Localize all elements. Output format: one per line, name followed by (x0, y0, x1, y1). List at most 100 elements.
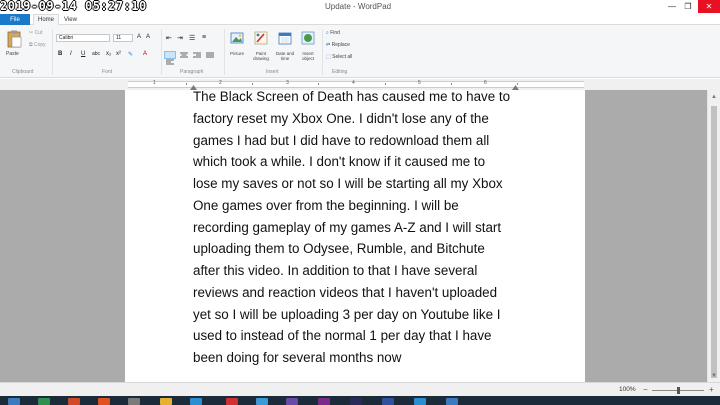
ribbon-tabs: File Home View (0, 14, 720, 25)
taskbar-app-icon[interactable] (128, 398, 140, 405)
taskbar-app-icon[interactable] (256, 398, 268, 405)
tab-home[interactable]: Home (33, 14, 60, 25)
group-divider (322, 29, 323, 75)
copy-label: Copy (33, 42, 46, 48)
align-right-icon[interactable] (192, 52, 202, 58)
align-left-icon (166, 59, 174, 65)
taskbar-app-icon[interactable] (350, 398, 362, 405)
strikethrough-button[interactable]: abc (92, 51, 100, 57)
document-area: The Black Screen of Death has caused me … (0, 90, 707, 382)
document-line: lose my saves or not so I will be starti… (193, 176, 503, 191)
highlight-icon[interactable]: ✎ (128, 51, 133, 58)
group-divider (161, 29, 162, 75)
paint-drawing-button[interactable]: Paint drawing (249, 51, 273, 61)
clipboard-group-label: Clipboard (12, 69, 34, 75)
document-text[interactable]: The Black Screen of Death has caused me … (193, 90, 523, 369)
date-time-button[interactable]: Date and time (273, 51, 297, 61)
line-spacing-icon[interactable]: ≡ (202, 34, 206, 41)
taskbar-app-icon[interactable] (286, 398, 298, 405)
tab-file[interactable]: File (0, 14, 30, 25)
wordpad-taskbar-icon[interactable] (414, 398, 426, 405)
calendar-icon[interactable] (278, 31, 292, 45)
taskbar-app-icon[interactable] (160, 398, 172, 405)
select-all-label: Select all (332, 54, 353, 60)
font-group-label: Font (102, 69, 113, 75)
replace-button[interactable]: ⇄ Replace (326, 42, 350, 48)
document-line: after this video. In addition to that I … (193, 263, 478, 278)
document-line: reviews and reaction videos that I haven… (193, 284, 498, 300)
ruler-tick (385, 83, 386, 85)
find-button[interactable]: ⌕ Find (326, 30, 340, 36)
replace-icon: ⇄ (326, 42, 331, 48)
shrink-font-icon[interactable]: A (146, 34, 150, 40)
tab-view[interactable]: View (64, 14, 77, 25)
underline-button[interactable]: U (81, 51, 85, 57)
document-line: games I had but I did have to redownload… (193, 132, 490, 148)
document-line: One games over from the beginning. I wil… (193, 197, 459, 213)
copy-button[interactable]: ⧉ Copy (29, 42, 46, 48)
taskbar-app-icon[interactable] (382, 398, 394, 405)
picture-button[interactable]: Picture (226, 51, 248, 56)
window-title: Update - WordPad (325, 2, 392, 11)
bold-button[interactable]: B (58, 51, 62, 57)
document-line: The Black Screen of Death has caused me … (193, 90, 511, 104)
ruler-tick (318, 83, 319, 85)
cut-label: Cut (34, 30, 43, 36)
taskbar-app-icon[interactable] (98, 398, 110, 405)
group-divider (224, 29, 225, 75)
grow-font-icon[interactable]: A (137, 34, 141, 40)
document-line: recording gameplay of my games A-Z and I… (193, 219, 502, 235)
maximize-button[interactable]: ❐ (680, 0, 696, 13)
increase-indent-icon[interactable]: ⇥ (177, 34, 183, 42)
scrollbar-thumb[interactable] (711, 106, 717, 378)
paint-label-line2: drawing (253, 56, 269, 61)
zoom-slider-thumb[interactable] (677, 387, 680, 394)
replace-label: Replace (331, 42, 350, 48)
ruler-tick (451, 83, 452, 85)
paste-icon[interactable] (6, 30, 22, 48)
document-page[interactable]: The Black Screen of Death has caused me … (125, 90, 585, 382)
start-icon[interactable] (8, 398, 20, 405)
italic-button[interactable]: I (70, 51, 72, 57)
scroll-up-icon[interactable]: ▲ (710, 93, 718, 101)
superscript-button[interactable]: x² (116, 51, 121, 57)
subscript-button[interactable]: x₂ (106, 51, 111, 57)
find-label: Find (330, 30, 340, 36)
taskbar-app-icon[interactable] (68, 398, 80, 405)
document-line: which took a while. I don't know if it c… (193, 154, 486, 170)
taskbar-app-icon[interactable] (226, 398, 238, 405)
zoom-in-button[interactable]: + (709, 385, 714, 394)
taskbar-app-icon[interactable] (190, 398, 202, 405)
picture-icon[interactable] (230, 31, 244, 45)
minimize-button[interactable]: — (664, 0, 680, 13)
paint-drawing-icon[interactable] (254, 31, 268, 45)
vertical-scrollbar[interactable]: ▲ ▼ (707, 90, 720, 382)
font-family-select[interactable]: Calibri (56, 34, 110, 42)
font-color-icon[interactable]: A (143, 51, 147, 57)
ruler-number: 3 (286, 80, 289, 86)
editing-group-label: Editing (332, 69, 348, 75)
taskbar-app-icon[interactable] (318, 398, 330, 405)
align-left-button[interactable] (164, 51, 176, 65)
bullets-icon[interactable]: ☰ (189, 34, 195, 42)
cut-button[interactable]: ✂ Cut (29, 30, 42, 36)
document-line: been doing for several months now (193, 350, 402, 365)
ruler-number: 1 (153, 80, 156, 86)
ruler-number: 4 (352, 80, 355, 86)
close-button[interactable]: ✕ (698, 0, 720, 13)
object-label-line2: object (301, 56, 314, 61)
title-bar: 2019-09-14 05:27:10 Update - WordPad — ❐… (0, 0, 720, 14)
taskbar-app-icon[interactable] (38, 398, 50, 405)
align-center-icon[interactable] (179, 52, 189, 58)
decrease-indent-icon[interactable]: ⇤ (166, 34, 172, 42)
justify-icon[interactable] (205, 52, 215, 58)
font-size-select[interactable]: 11 (113, 34, 133, 42)
paste-button[interactable]: Paste (6, 51, 19, 57)
document-line: yet so I will be uploading 3 per day on … (193, 306, 501, 322)
taskbar-app-icon[interactable] (446, 398, 458, 405)
insert-object-button[interactable]: Insert object (296, 51, 320, 61)
insert-object-icon[interactable] (301, 31, 315, 45)
zoom-out-button[interactable]: − (643, 385, 648, 394)
scroll-down-icon[interactable]: ▼ (710, 372, 718, 380)
select-all-button[interactable]: ⬚ Select all (326, 54, 352, 60)
